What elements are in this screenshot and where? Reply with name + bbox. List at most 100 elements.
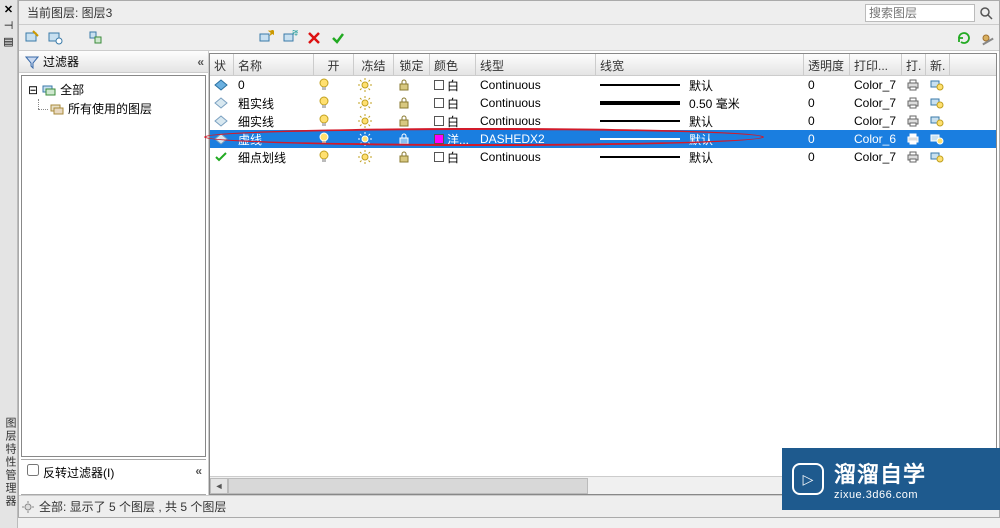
transparency-cell[interactable]: 0: [804, 132, 850, 146]
on-toggle[interactable]: [314, 78, 354, 92]
col-plot[interactable]: 打.: [902, 54, 926, 75]
settings-icon[interactable]: [977, 29, 995, 47]
col-new[interactable]: 新.: [926, 54, 950, 75]
plot-toggle[interactable]: [902, 115, 926, 127]
layer-name[interactable]: 虚线: [234, 131, 314, 148]
on-toggle[interactable]: [314, 150, 354, 164]
search-input[interactable]: [865, 4, 975, 22]
col-lineweight[interactable]: 线宽: [596, 54, 804, 75]
freeze-toggle[interactable]: [354, 150, 394, 164]
new-layer-star-icon[interactable]: ★: [257, 29, 275, 47]
col-name[interactable]: 名称: [234, 54, 314, 75]
table-row[interactable]: 虚线 洋...DASHEDX2默认0Color_6: [210, 130, 996, 148]
col-color[interactable]: 颜色: [430, 54, 476, 75]
plotstyle-cell[interactable]: Color_7: [850, 96, 902, 110]
plotstyle-cell[interactable]: Color_6: [850, 132, 902, 146]
new-layer-freeze2-icon[interactable]: ❄: [281, 29, 299, 47]
plot-toggle[interactable]: [902, 97, 926, 109]
color-cell[interactable]: 洋...: [430, 131, 476, 148]
settings-gear-icon[interactable]: [21, 500, 35, 514]
panel-title-vertical: 图层特性管理器: [2, 417, 18, 508]
lineweight-cell[interactable]: 默认: [596, 131, 804, 148]
layer-states-icon[interactable]: [87, 29, 105, 47]
color-cell[interactable]: 白: [430, 149, 476, 166]
table-row[interactable]: 细实线 白Continuous默认0Color_7: [210, 112, 996, 130]
newvp-toggle[interactable]: [926, 79, 950, 91]
close-icon[interactable]: ✕: [0, 0, 17, 16]
grid-header: 状 名称 开 冻结 锁定 颜色 线型 线宽 透明度 打印... 打. 新.: [210, 54, 996, 76]
table-row[interactable]: 细点划线 白Continuous默认0Color_7: [210, 148, 996, 166]
freeze-toggle[interactable]: [354, 114, 394, 128]
col-lock[interactable]: 锁定: [394, 54, 430, 75]
plotstyle-cell[interactable]: Color_7: [850, 150, 902, 164]
plotstyle-cell[interactable]: Color_7: [850, 114, 902, 128]
lock-toggle[interactable]: [394, 150, 430, 164]
transparency-cell[interactable]: 0: [804, 114, 850, 128]
svg-text:★: ★: [267, 30, 274, 39]
lineweight-cell[interactable]: 0.50 毫米: [596, 95, 804, 112]
newvp-toggle[interactable]: [926, 133, 950, 145]
new-layer-icon[interactable]: [23, 29, 41, 47]
on-toggle[interactable]: [314, 132, 354, 146]
linetype-cell[interactable]: Continuous: [476, 96, 596, 110]
collapse-bottom-icon[interactable]: «: [195, 464, 200, 478]
collapse-filter-icon[interactable]: «: [197, 55, 202, 69]
col-linetype[interactable]: 线型: [476, 54, 596, 75]
search-icon[interactable]: [977, 4, 995, 22]
color-cell[interactable]: 白: [430, 77, 476, 94]
linetype-cell[interactable]: Continuous: [476, 150, 596, 164]
menu-icon[interactable]: ▤: [0, 32, 17, 48]
freeze-toggle[interactable]: [354, 132, 394, 146]
plot-toggle[interactable]: [902, 79, 926, 91]
lineweight-cell[interactable]: 默认: [596, 149, 804, 166]
lock-toggle[interactable]: [394, 96, 430, 110]
newvp-toggle[interactable]: [926, 115, 950, 127]
tree-child-label: 所有使用的图层: [68, 100, 152, 117]
lock-toggle[interactable]: [394, 132, 430, 146]
color-cell[interactable]: 白: [430, 113, 476, 130]
layer-name[interactable]: 粗实线: [234, 95, 314, 112]
table-row[interactable]: 0白Continuous默认0Color_7: [210, 76, 996, 94]
plotstyle-cell[interactable]: Color_7: [850, 78, 902, 92]
set-current-icon[interactable]: [329, 29, 347, 47]
lock-toggle[interactable]: [394, 114, 430, 128]
linetype-cell[interactable]: Continuous: [476, 114, 596, 128]
freeze-toggle[interactable]: [354, 78, 394, 92]
col-transparency[interactable]: 透明度: [804, 54, 850, 75]
scroll-left-icon[interactable]: ◄: [210, 478, 228, 494]
refresh-icon[interactable]: [955, 29, 973, 47]
table-row[interactable]: 粗实线 白Continuous0.50 毫米0Color_7: [210, 94, 996, 112]
linetype-cell[interactable]: DASHEDX2: [476, 132, 596, 146]
layer-name[interactable]: 0: [234, 78, 314, 92]
linetype-cell[interactable]: Continuous: [476, 78, 596, 92]
tree-root[interactable]: ⊟ 全部: [28, 80, 199, 99]
transparency-cell[interactable]: 0: [804, 78, 850, 92]
freeze-toggle[interactable]: [354, 96, 394, 110]
col-on[interactable]: 开: [314, 54, 354, 75]
delete-layer-icon[interactable]: [305, 29, 323, 47]
new-layer-freeze-icon[interactable]: [47, 29, 65, 47]
invert-filter-checkbox[interactable]: [27, 464, 39, 476]
tree-child[interactable]: 所有使用的图层: [28, 99, 199, 118]
lineweight-cell[interactable]: 默认: [596, 113, 804, 130]
scroll-thumb[interactable]: [228, 478, 588, 494]
col-status[interactable]: 状: [210, 54, 234, 75]
current-layer-label: 当前图层: 图层3: [23, 4, 112, 21]
lock-toggle[interactable]: [394, 78, 430, 92]
newvp-toggle[interactable]: [926, 151, 950, 163]
newvp-toggle[interactable]: [926, 97, 950, 109]
color-cell[interactable]: 白: [430, 95, 476, 112]
layer-name[interactable]: 细实线: [234, 113, 314, 130]
plot-toggle[interactable]: [902, 151, 926, 163]
layer-name[interactable]: 细点划线: [234, 149, 314, 166]
on-toggle[interactable]: [314, 114, 354, 128]
lineweight-cell[interactable]: 默认: [596, 77, 804, 94]
transparency-cell[interactable]: 0: [804, 150, 850, 164]
col-freeze[interactable]: 冻结: [354, 54, 394, 75]
plot-toggle[interactable]: [902, 133, 926, 145]
pin-icon[interactable]: ⊣: [0, 16, 17, 32]
transparency-cell[interactable]: 0: [804, 96, 850, 110]
on-toggle[interactable]: [314, 96, 354, 110]
svg-text:❄: ❄: [291, 30, 298, 39]
col-plotstyle[interactable]: 打印...: [850, 54, 902, 75]
